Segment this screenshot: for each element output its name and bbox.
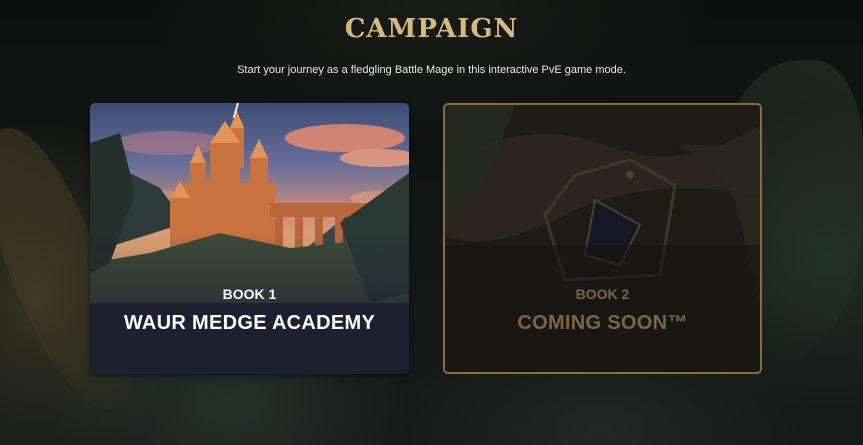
book-2-card[interactable]: BOOK 2 COMING SOON™ <box>443 103 762 374</box>
book-2-coming-soon: COMING SOON™ <box>517 312 688 334</box>
book-2-label: BOOK 2 <box>575 286 630 302</box>
book-1-label: BOOK 1 <box>222 286 277 302</box>
page-subtitle: Start your journey as a fledgling Battle… <box>237 64 626 76</box>
book-1-name: WAUR MEDGE ACADEMY <box>123 312 376 334</box>
book-1-card[interactable]: BOOK 1 WAUR MEDGE ACADEMY <box>90 103 409 374</box>
page-title: CAMPAIGN <box>344 14 519 44</box>
